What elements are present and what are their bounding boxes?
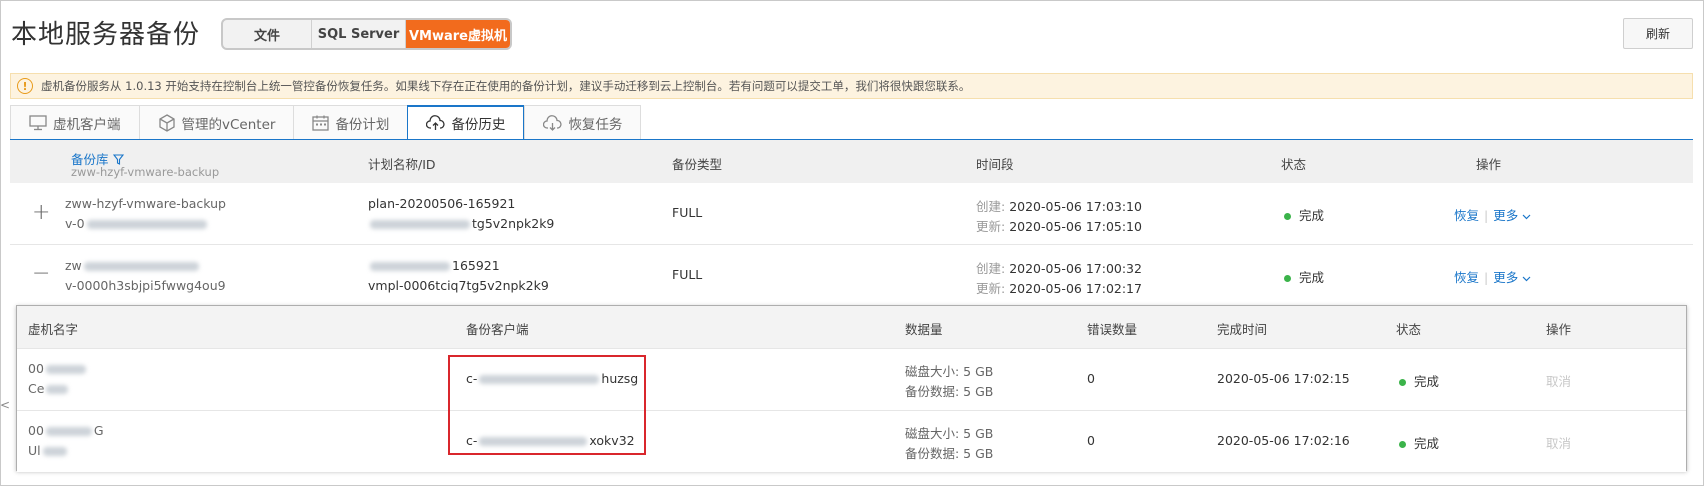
expanded-detail-panel: 虚机名字 备份客户端 数据量 错误数量 完成时间 状态 操作 00 Ce c-h… (16, 305, 1687, 472)
completed-time: 2020-05-06 17:02:16 (1217, 433, 1350, 448)
more-dropdown[interactable]: 更多 (1493, 208, 1531, 223)
chevron-down-icon (1522, 276, 1531, 282)
refresh-button[interactable]: 刷新 (1623, 18, 1693, 49)
status-dot-icon (1284, 213, 1291, 220)
cloud-download-icon (543, 114, 563, 131)
plan-name: plan-20200506-165921 (368, 196, 516, 211)
vm-name: 00 G (28, 423, 104, 438)
restore-link[interactable]: 恢复 (1454, 270, 1479, 285)
vault-filter-value: zww-hzyf-vmware-backup (71, 165, 220, 179)
client-id: c-xokv32 (466, 433, 635, 448)
created-time: 创建: 2020-05-06 17:00:32 (976, 261, 1142, 276)
tab-label: 管理的vCenter (181, 116, 276, 133)
status-dot-icon (1399, 379, 1406, 386)
expand-toggle[interactable]: + (32, 202, 50, 224)
table-row: 00 Ce c-huzsg 磁盘大小: 5 GB 备份数据: 5 GB 0 20… (17, 348, 1686, 410)
updated-time: 更新: 2020-05-06 17:05:10 (976, 219, 1142, 234)
backup-data: 备份数据: 5 GB (905, 446, 994, 461)
tab-label: 备份计划 (335, 116, 390, 133)
calendar-icon (312, 115, 330, 131)
tab-label: 备份历史 (451, 117, 506, 133)
status-badge: 完成 (1284, 205, 1324, 224)
restore-link[interactable]: 恢复 (1454, 208, 1479, 223)
plan-name: 165921 (368, 258, 500, 273)
monitor-icon (29, 114, 47, 130)
tab-managed-vcenter[interactable]: 管理的vCenter (138, 105, 294, 140)
updated-time: 更新: 2020-05-06 17:02:17 (976, 281, 1142, 296)
chevron-down-icon (1522, 214, 1531, 220)
status-badge: 完成 (1399, 371, 1439, 390)
table-row: 00 G Ul c-xokv32 磁盘大小: 5 GB 备份数据: 5 GB 0 … (17, 410, 1686, 472)
collapse-toggle[interactable]: − (32, 263, 50, 285)
product-segmented-control: 文件 SQL Server VMware虚拟机 (221, 18, 512, 50)
header-type: 备份类型 (672, 157, 723, 172)
created-time: 创建: 2020-05-06 17:03:10 (976, 199, 1142, 214)
vm-os: Ul (28, 443, 69, 458)
header-status: 状态 (1281, 157, 1307, 172)
status-dot-icon (1399, 441, 1406, 448)
tab-restore-jobs[interactable]: 恢复任务 (524, 105, 642, 140)
plan-id: tg5v2npk2k9 (368, 216, 554, 231)
detail-table-header: 虚机名字 备份客户端 数据量 错误数量 完成时间 状态 操作 (17, 306, 1686, 348)
tab-backup-history[interactable]: 备份历史 (407, 105, 525, 140)
plan-id: vmpl-0006tciq7tg5v2npk2k9 (368, 278, 549, 293)
scroll-left-icon[interactable]: < (0, 398, 10, 412)
row-actions: 恢复 | 更多 (1454, 205, 1531, 224)
warning-icon: ! (17, 78, 33, 94)
segment-vmware[interactable]: VMware虚拟机 (406, 20, 510, 48)
header-data: 数据量 (905, 322, 943, 337)
disk-size: 磁盘大小: 5 GB (905, 364, 994, 379)
vault-id: v-0000h3sbjpi5fwwg4ou9 (65, 278, 226, 293)
vault-id: v-0 (65, 216, 209, 231)
disk-size: 磁盘大小: 5 GB (905, 426, 994, 441)
header-actions: 操作 (1476, 157, 1502, 172)
header-vm-name: 虚机名字 (28, 322, 79, 337)
header-status: 状态 (1396, 322, 1422, 337)
status-badge: 完成 (1399, 433, 1439, 452)
cloud-upload-icon (426, 115, 446, 130)
vault-name: zw (65, 258, 201, 273)
header-errors: 错误数量 (1087, 322, 1138, 337)
vault-name: zww-hzyf-vmware-backup (65, 196, 226, 211)
history-table-header: 备份库 zww-hzyf-vmware-backup 计划名称/ID 备份类型 … (10, 140, 1693, 183)
row-actions: 恢复 | 更多 (1454, 267, 1531, 286)
header-period: 时间段 (976, 157, 1014, 172)
notice-banner: ! 虚机备份服务从 1.0.13 开始支持在控制台上统一管控备份恢复任务。如果线… (10, 73, 1693, 99)
header-client: 备份客户端 (466, 322, 529, 337)
vm-name: 00 (28, 361, 88, 376)
filter-icon[interactable] (112, 154, 124, 165)
backup-type: FULL (672, 267, 703, 282)
vm-os: Ce (28, 381, 70, 396)
tab-vm-clients[interactable]: 虚机客户端 (10, 105, 139, 140)
status-dot-icon (1284, 275, 1291, 282)
cube-icon (158, 113, 175, 132)
segment-file[interactable]: 文件 (223, 20, 312, 48)
table-row: + zww-hzyf-vmware-backup v-0 plan-202005… (10, 183, 1693, 245)
tab-label: 虚机客户端 (53, 116, 121, 133)
notice-text: 虚机备份服务从 1.0.13 开始支持在控制台上统一管控备份恢复任务。如果线下存… (41, 79, 971, 93)
header-actions: 操作 (1546, 322, 1572, 337)
completed-time: 2020-05-06 17:02:15 (1217, 371, 1350, 386)
more-dropdown[interactable]: 更多 (1493, 270, 1531, 285)
backup-type: FULL (672, 205, 703, 220)
cancel-link: 取消 (1546, 436, 1572, 451)
client-id: c-huzsg (466, 371, 639, 386)
tab-label: 恢复任务 (568, 116, 623, 133)
tab-backup-plans[interactable]: 备份计划 (293, 105, 408, 140)
backup-data: 备份数据: 5 GB (905, 384, 994, 399)
tab-bar: 虚机客户端 管理的vCenter 备份计划 备份历史 恢复任务 (10, 105, 642, 140)
header-plan: 计划名称/ID (368, 157, 436, 172)
table-row: − zw v-0000h3sbjpi5fwwg4ou9 165921 vmpl-… (10, 245, 1693, 307)
page-title: 本地服务器备份 (11, 20, 201, 50)
error-count: 0 (1087, 433, 1095, 448)
segment-sql-server[interactable]: SQL Server (312, 20, 406, 48)
header-completed: 完成时间 (1217, 322, 1268, 337)
status-badge: 完成 (1284, 267, 1324, 286)
cancel-link: 取消 (1546, 374, 1572, 389)
error-count: 0 (1087, 371, 1095, 386)
